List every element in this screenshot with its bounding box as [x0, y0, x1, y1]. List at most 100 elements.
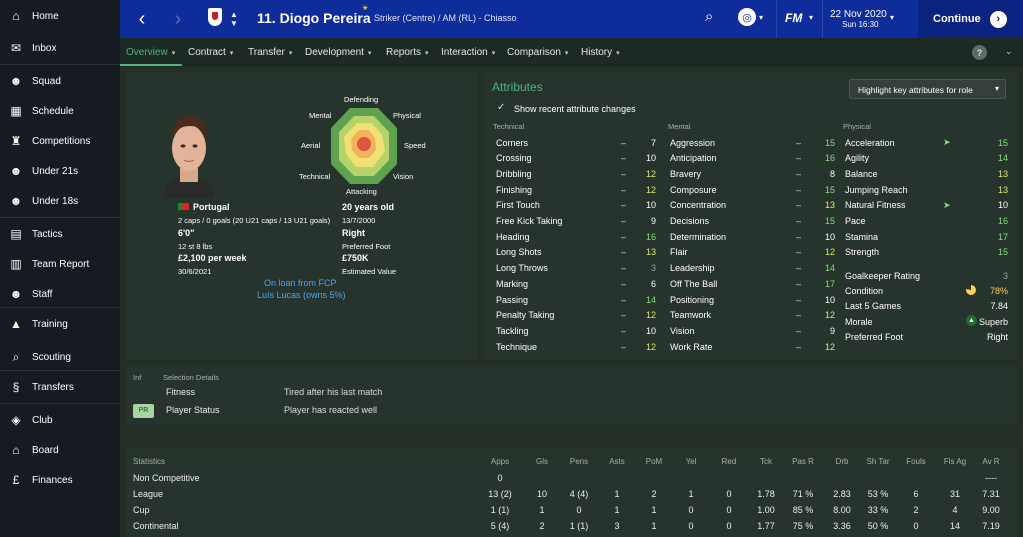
- sidebar-item-scouting[interactable]: ⌕ Scouting: [0, 342, 120, 372]
- forward-arrow-icon[interactable]: ›: [165, 6, 191, 32]
- statistics-row[interactable]: League 13 (2) 10 4 (4) 1 2 1 0 1.78 71 % 2.83 53 % 6…: [133, 489, 1003, 504]
- attribute-row[interactable]: Tackling – 10: [496, 323, 658, 338]
- column-header[interactable]: Yel: [671, 457, 711, 466]
- attribute-row[interactable]: Finishing – 12: [496, 182, 658, 197]
- column-header[interactable]: Apps: [480, 457, 520, 466]
- attribute-row[interactable]: Free Kick Taking – 9: [496, 214, 658, 229]
- extra-attribute-row[interactable]: Condition 78%: [845, 283, 1008, 298]
- chevron-down-icon[interactable]: ▾: [809, 13, 813, 22]
- attribute-row[interactable]: Determination – 10: [670, 229, 837, 244]
- attribute-row[interactable]: Strength 15: [845, 245, 1010, 260]
- sidebar-item-squad[interactable]: ☻ Squad: [0, 66, 120, 96]
- sidebar-item-home[interactable]: ⌂ Home: [0, 1, 120, 31]
- search-icon[interactable]: ⌕: [705, 8, 713, 25]
- sidebar-item-under-18s[interactable]: ☻ Under 18s: [0, 186, 120, 216]
- attribute-row[interactable]: Flair – 12: [670, 245, 837, 260]
- attribute-row[interactable]: Jumping Reach 13: [845, 182, 1010, 197]
- statistics-row[interactable]: Non Competitive 0 ----: [133, 473, 1003, 488]
- date-chevron-icon[interactable]: ▾: [890, 13, 894, 22]
- column-header[interactable]: Asts: [597, 457, 637, 466]
- continue-button[interactable]: Continue ›: [918, 0, 1023, 38]
- attribute-row[interactable]: Composure – 15: [670, 182, 837, 197]
- date-display[interactable]: 22 Nov 2020 Sun 16:30: [830, 9, 887, 29]
- tab-development[interactable]: Development ▾: [305, 47, 371, 58]
- sidebar-item-staff[interactable]: ☻ Staff: [0, 279, 120, 309]
- attribute-row[interactable]: First Touch – 10: [496, 198, 658, 213]
- sidebar-item-training[interactable]: ▲ Training: [0, 309, 120, 339]
- extra-attribute-row[interactable]: Last 5 Games 7.84: [845, 298, 1008, 313]
- extra-attribute-row[interactable]: Morale Superb ▲: [845, 314, 1008, 329]
- club-crest-icon[interactable]: [208, 8, 222, 26]
- collapse-chevron-icon[interactable]: ⌄: [1005, 46, 1013, 57]
- statistics-row[interactable]: Continental 5 (4) 2 1 (1) 3 1 0 0 1.77 75 % 3.36 50…: [133, 521, 1003, 536]
- attribute-row[interactable]: Agility 14: [845, 151, 1010, 166]
- sidebar-item-tactics[interactable]: ▤ Tactics: [0, 219, 120, 249]
- tab-overview[interactable]: Overview ▾: [126, 47, 175, 58]
- show-changes-label[interactable]: Show recent attribute changes: [514, 104, 636, 114]
- tab-comparison[interactable]: Comparison ▾: [507, 47, 568, 58]
- sidebar-item-team-report[interactable]: ▥ Team Report: [0, 249, 120, 279]
- sidebar-item-inbox[interactable]: ✉ Inbox: [0, 33, 120, 63]
- tab-reports[interactable]: Reports ▾: [386, 47, 429, 58]
- attribute-row[interactable]: Aggression – 15: [670, 135, 837, 150]
- sidebar-item-club[interactable]: ◈ Club: [0, 405, 120, 435]
- attribute-row[interactable]: Heading – 16: [496, 229, 658, 244]
- column-header[interactable]: Av R: [971, 457, 1011, 466]
- column-header[interactable]: Pens: [559, 457, 599, 466]
- globe-icon[interactable]: ◎: [738, 8, 756, 26]
- attribute-row[interactable]: Passing – 14: [496, 292, 658, 307]
- sidebar-item-transfers[interactable]: § Transfers: [0, 372, 120, 402]
- attribute-row[interactable]: Corners – 7: [496, 135, 658, 150]
- loan-owner-link[interactable]: Luís Lucas (owns 5%): [257, 290, 346, 300]
- attribute-row[interactable]: Teamwork – 12: [670, 308, 837, 323]
- attribute-row[interactable]: Positioning – 10: [670, 292, 837, 307]
- column-header[interactable]: Tck: [746, 457, 786, 466]
- sidebar-item-under-21s[interactable]: ☻ Under 21s: [0, 156, 120, 186]
- tab-contract[interactable]: Contract ▾: [188, 47, 233, 58]
- attribute-row[interactable]: Long Throws – 3: [496, 261, 658, 276]
- attribute-row[interactable]: Penalty Taking – 12: [496, 308, 658, 323]
- attribute-row[interactable]: Anticipation – 16: [670, 151, 837, 166]
- attribute-row[interactable]: Marking – 6: [496, 276, 658, 291]
- column-header[interactable]: Fls Ag: [935, 457, 975, 466]
- attribute-row[interactable]: Crossing – 10: [496, 151, 658, 166]
- column-header[interactable]: PoM: [634, 457, 674, 466]
- attribute-row[interactable]: Off The Ball – 17: [670, 276, 837, 291]
- player-role[interactable]: Striker (Centre) / AM (RL) - Chiasso: [374, 13, 517, 23]
- highlight-attributes-dropdown[interactable]: Highlight key attributes for role ▾: [849, 79, 1006, 99]
- attribute-row[interactable]: Balance 13: [845, 166, 1010, 181]
- column-header[interactable]: Drb: [822, 457, 862, 466]
- selection-row[interactable]: PR Player Status Player has reacted well: [133, 404, 733, 419]
- help-icon[interactable]: ?: [972, 45, 987, 60]
- attribute-row[interactable]: Dribbling – 12: [496, 166, 658, 181]
- column-header[interactable]: Red: [709, 457, 749, 466]
- chevron-up-down-icon[interactable]: ▲ ▼: [230, 10, 238, 28]
- attribute-row[interactable]: Vision – 9: [670, 323, 837, 338]
- chevron-down-icon[interactable]: ▾: [759, 13, 763, 22]
- attribute-row[interactable]: Acceleration 15 ➤: [845, 135, 1010, 150]
- attribute-row[interactable]: Leadership – 14: [670, 261, 837, 276]
- back-arrow-icon[interactable]: ‹: [129, 6, 155, 32]
- attribute-row[interactable]: Technique – 12: [496, 339, 658, 354]
- attribute-row[interactable]: Long Shots – 13: [496, 245, 658, 260]
- column-header[interactable]: Sh Tar: [858, 457, 898, 466]
- attribute-row[interactable]: Pace 16: [845, 214, 1010, 229]
- sidebar-item-schedule[interactable]: ▦ Schedule: [0, 96, 120, 126]
- sidebar-item-competitions[interactable]: ♜ Competitions: [0, 126, 120, 156]
- statistics-row[interactable]: Cup 1 (1) 1 0 1 1 0 0 1.00 85 % 8.00 33 % 2 4 9.00: [133, 505, 1003, 520]
- attribute-row[interactable]: Concentration – 13: [670, 198, 837, 213]
- extra-attribute-row[interactable]: Goalkeeper Rating 3: [845, 268, 1008, 283]
- sidebar-item-finances[interactable]: £ Finances: [0, 465, 120, 495]
- attribute-row[interactable]: Work Rate – 12: [670, 339, 837, 354]
- loan-club-link[interactable]: On loan from FCP: [264, 278, 337, 288]
- column-header[interactable]: Fouls: [896, 457, 936, 466]
- attribute-row[interactable]: Natural Fitness 10 ➤: [845, 198, 1010, 213]
- column-header[interactable]: Gls: [522, 457, 562, 466]
- checkmark-icon[interactable]: ✓: [497, 102, 505, 113]
- extra-attribute-row[interactable]: Preferred Foot Right: [845, 329, 1008, 344]
- tab-transfer[interactable]: Transfer ▾: [248, 47, 292, 58]
- attribute-row[interactable]: Bravery – 8: [670, 166, 837, 181]
- attribute-row[interactable]: Decisions – 15: [670, 214, 837, 229]
- tab-interaction[interactable]: Interaction ▾: [441, 47, 495, 58]
- column-header[interactable]: Statistics: [133, 457, 165, 466]
